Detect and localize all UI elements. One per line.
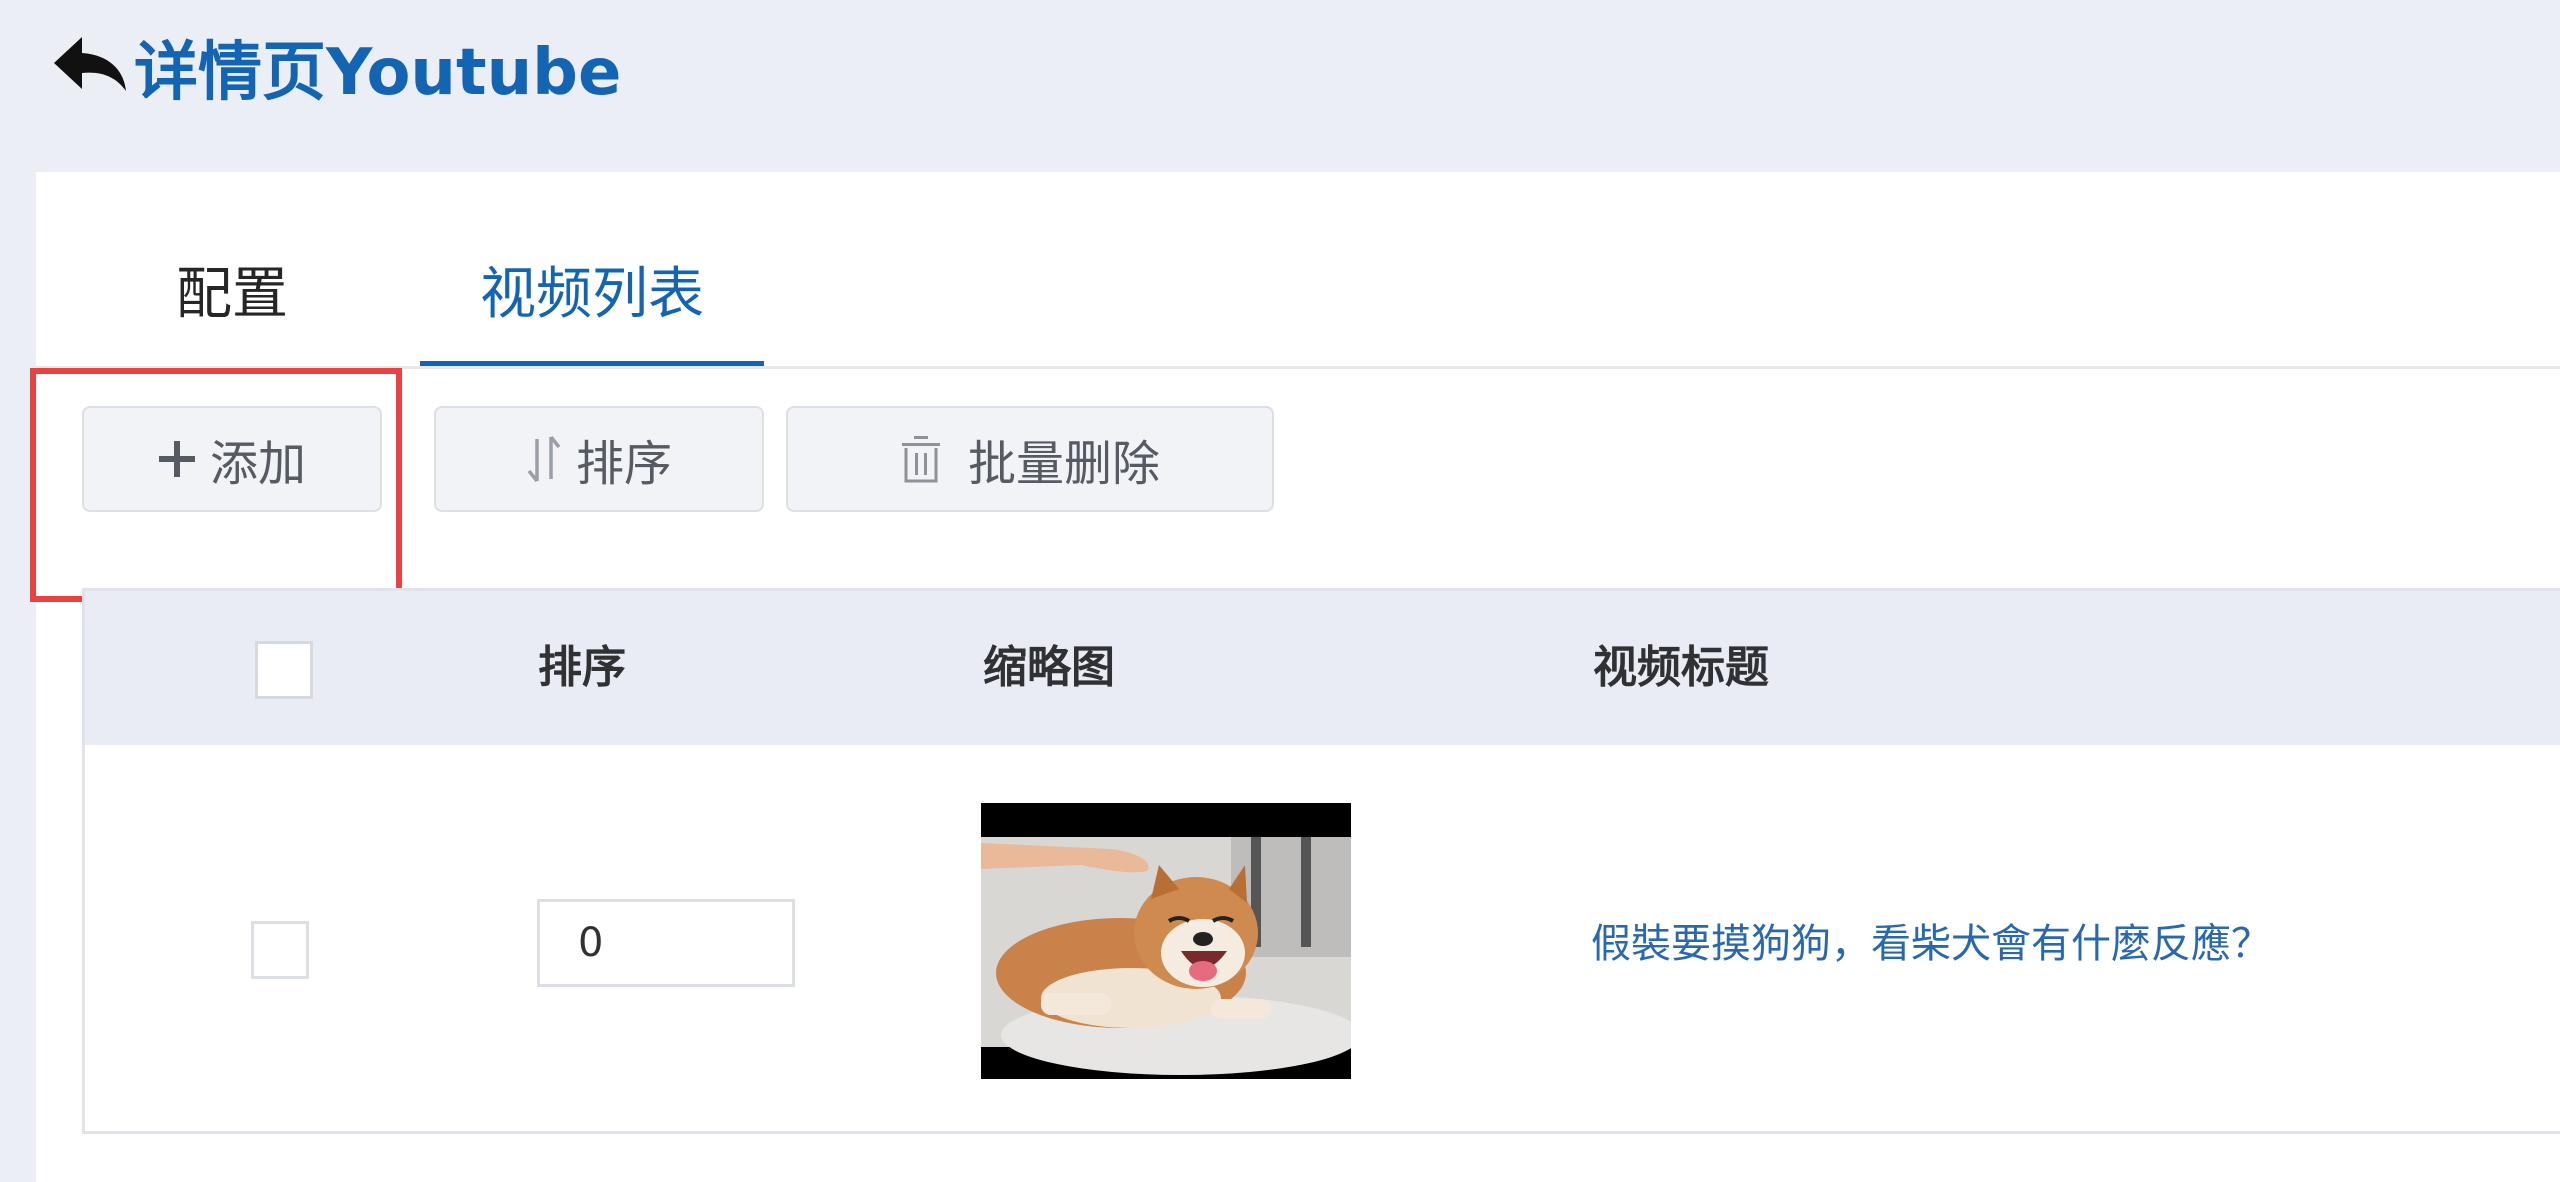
tab-config[interactable]: 配置: [136, 250, 328, 366]
video-table: 排序 缩略图 视频标题 0 假裝要摸狗狗，看柴犬會有什麼反應？: [82, 588, 2560, 1134]
column-header-title: 视频标题: [1593, 642, 1769, 693]
sort-arrows-icon: [526, 435, 562, 483]
trash-icon: [900, 434, 942, 484]
video-thumbnail[interactable]: [981, 803, 1351, 1079]
main-panel: 配置 视频列表 添加 排序 批量删除 排序 缩略图 视频标题 0 假裝要摸狗狗，…: [30, 172, 2560, 1182]
reply-arrow-icon: [52, 35, 128, 99]
sort-button[interactable]: 排序: [434, 406, 764, 512]
tab-bar: 配置 视频列表: [36, 172, 2560, 369]
sort-button-label: 排序: [575, 436, 672, 492]
page-header: 详情页Youtube: [52, 22, 621, 112]
column-header-thumbnail: 缩略图: [983, 642, 1115, 693]
batch-delete-button[interactable]: 批量删除: [786, 406, 1274, 512]
add-button[interactable]: 添加: [82, 406, 382, 512]
add-button-label: 添加: [209, 436, 306, 492]
page-title: 详情页Youtube: [134, 36, 622, 110]
video-title-link[interactable]: 假裝要摸狗狗，看柴犬會有什麼反應？: [1591, 909, 2271, 979]
row-checkbox[interactable]: [251, 921, 309, 979]
sort-order-input[interactable]: 0: [537, 899, 795, 987]
table-header: 排序 缩略图 视频标题: [85, 591, 2560, 745]
back-button[interactable]: [52, 32, 128, 102]
tab-video-list[interactable]: 视频列表: [420, 250, 764, 366]
plus-icon: [158, 440, 196, 478]
shiba-inu-dog-thumbnail-image: [981, 803, 1351, 1079]
batch-delete-button-label: 批量删除: [967, 436, 1160, 492]
column-header-sort: 排序: [538, 642, 626, 693]
select-all-checkbox[interactable]: [255, 641, 313, 699]
